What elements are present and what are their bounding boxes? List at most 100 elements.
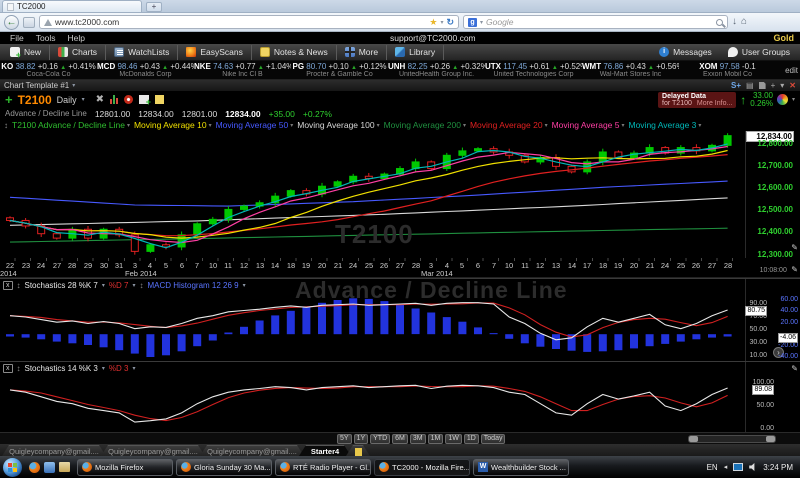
taskbar-window-tc2000-mozilla-fire[interactable]: TC2000 - Mozilla Fire... <box>374 459 470 476</box>
chevron-down-icon[interactable]: ▾ <box>792 96 795 103</box>
toolbar-charts[interactable]: Charts <box>50 45 106 60</box>
start-button[interactable] <box>3 458 22 477</box>
chevron-down-icon[interactable]: ▾ <box>82 96 85 103</box>
chart-template-label[interactable]: Chart Template #1 <box>4 81 69 90</box>
toolbar-more[interactable]: More <box>337 45 387 60</box>
chart-range-scrollbar[interactable] <box>688 435 776 443</box>
indicators-icon[interactable] <box>110 95 118 104</box>
network-icon[interactable] <box>733 463 743 471</box>
workspace-tab-quigleycompany-gmail[interactable]: Quigleycompany@gmail.... <box>200 445 304 456</box>
chevron-down-icon[interactable]: ▾ <box>102 282 105 289</box>
chevron-down-icon[interactable]: ▾ <box>377 122 380 129</box>
drag-handle-icon[interactable]: ↕ <box>17 364 21 373</box>
stochastics-panel-1[interactable]: Advance / Decline Line x ↕ Stochastics 2… <box>0 278 800 361</box>
close-icon[interactable]: ✕ <box>789 81 796 90</box>
globe-icon[interactable] <box>777 94 788 105</box>
chevron-down-icon[interactable]: ▾ <box>780 82 784 90</box>
downloads-icon[interactable]: ↓ <box>732 17 737 27</box>
add-chart-icon[interactable] <box>139 95 149 104</box>
legend-item-moving-average-200[interactable]: Moving Average 200▾ <box>384 120 466 130</box>
chevron-down-icon[interactable]: ▾ <box>545 122 548 129</box>
chevron-down-icon[interactable]: ▾ <box>102 365 105 372</box>
chevron-down-icon[interactable]: ▾ <box>72 82 75 89</box>
search-icon[interactable] <box>716 19 723 26</box>
date-axis[interactable]: 10:08:00 ✎ AL%F 222324272829303134567101… <box>0 258 800 278</box>
layout-icon[interactable]: ▤ <box>746 82 754 90</box>
toolbar-easyscans[interactable]: EasyScans <box>178 45 252 60</box>
range-handle-left[interactable] <box>689 436 698 442</box>
bookmark-folder-icon[interactable] <box>23 17 35 28</box>
delayed-data-badge[interactable]: Delayed Data for T2100More Info... <box>658 92 736 108</box>
toolbar-notes-news[interactable]: Notes & News <box>252 45 337 60</box>
chevron-down-icon[interactable]: ▾ <box>621 122 624 129</box>
chevron-down-icon[interactable]: ▾ <box>480 19 483 26</box>
clock[interactable]: 3:24 PM <box>763 463 793 472</box>
menu-file[interactable]: File <box>4 33 30 43</box>
toolbar-new[interactable]: New <box>2 45 50 60</box>
drag-handle-icon[interactable]: ↕ <box>4 121 8 130</box>
browser-tab[interactable]: TC2000 <box>2 0 142 12</box>
chevron-down-icon[interactable]: ▾ <box>209 122 212 129</box>
chevron-down-icon[interactable]: ▾ <box>290 122 293 129</box>
stochastics-chart-1[interactable] <box>0 292 745 361</box>
zoom-preset-today[interactable]: Today <box>481 434 506 444</box>
symbol-name[interactable]: T2100 <box>18 93 52 107</box>
snapshot-button[interactable]: S+ <box>731 81 741 90</box>
more-info-link[interactable]: More Info... <box>697 100 732 107</box>
bookmark-star-icon[interactable]: ★ <box>429 18 437 27</box>
main-chart-panel[interactable]: T2100 12,834.00 12,800.0012,700.0012,600… <box>0 131 800 258</box>
zoom-preset-1d[interactable]: 1D <box>464 434 479 444</box>
ticker-item[interactable]: XOM 97.58 -0.1 Exxon Mobil Co <box>679 61 776 79</box>
speaker-icon[interactable] <box>749 463 757 471</box>
legend-item-moving-average-5[interactable]: Moving Average 5▾ <box>552 120 625 130</box>
edit-pencil-icon[interactable]: ✎ <box>791 243 798 252</box>
drag-handle-icon[interactable]: ↕ <box>17 281 21 290</box>
home-icon[interactable]: ⌂ <box>741 17 747 27</box>
ticker-item[interactable]: NKE 74.63 +0.77 ▲ +1.04%Nike Inc Cl B <box>194 61 291 79</box>
add-panel-icon[interactable]: + <box>771 82 776 90</box>
chevron-down-icon[interactable]: ▾ <box>440 19 443 26</box>
ticker-edit-link[interactable]: edit <box>785 66 798 75</box>
toolbar-library[interactable]: Library <box>387 45 444 60</box>
zoom-preset-3m[interactable]: 3M <box>410 434 426 444</box>
ticker-item[interactable]: WMT 76.86 +0.43 ▲ +0.56%Wal-Mart Stores … <box>582 61 679 79</box>
language-indicator[interactable]: EN <box>707 463 718 472</box>
note-icon[interactable] <box>155 95 164 104</box>
search-bar[interactable]: g ▾ Google <box>463 15 728 29</box>
new-workspace-tab-button[interactable] <box>346 445 370 456</box>
drag-handle-icon[interactable]: ↕ <box>139 281 143 290</box>
indicator-d-label[interactable]: %D 3 <box>109 364 129 373</box>
toolbar-user-groups[interactable]: User Groups <box>720 45 798 60</box>
toolbar-watchlists[interactable]: WatchLists <box>106 45 178 60</box>
indicator-d-label[interactable]: %D 7 <box>109 281 129 290</box>
reload-icon[interactable]: ↻ <box>446 18 454 27</box>
workspace-tab-starter4[interactable]: Starter4 <box>299 445 351 456</box>
legend-item-moving-average-10[interactable]: Moving Average 10▾ <box>134 120 212 130</box>
close-panel-button[interactable]: x <box>3 364 13 373</box>
back-button[interactable]: ← <box>4 15 19 30</box>
mail-quicklaunch-icon[interactable] <box>44 462 55 473</box>
google-icon[interactable]: g <box>468 18 477 27</box>
zoom-preset-1y[interactable]: 1Y <box>354 434 369 444</box>
zoom-preset-6m[interactable]: 6M <box>392 434 408 444</box>
zoom-preset-1w[interactable]: 1W <box>445 434 462 444</box>
record-icon[interactable] <box>124 95 133 104</box>
menu-tools[interactable]: Tools <box>30 33 62 43</box>
legend-item-moving-average-50[interactable]: Moving Average 50▾ <box>216 120 294 130</box>
tools-icon[interactable]: ✖ <box>96 95 104 105</box>
zoom-preset-ytd[interactable]: YTD <box>370 434 390 444</box>
zoom-preset-1m[interactable]: 1M <box>428 434 444 444</box>
legend-item-moving-average-100[interactable]: Moving Average 100▾ <box>297 120 379 130</box>
workspace-tab-quigleycompany-gmail[interactable]: Quigleycompany@gmail.... <box>101 445 205 456</box>
chevron-down-icon[interactable]: ▾ <box>243 282 246 289</box>
url-bar[interactable]: www.tc2000.com ★ ▾ ↻ <box>39 15 459 29</box>
firefox-quicklaunch-icon[interactable] <box>29 462 40 473</box>
legend-item-moving-average-3[interactable]: Moving Average 3▾ <box>629 120 702 130</box>
range-handle-right[interactable] <box>766 436 775 442</box>
taskbar-window-wealthbuilder-stock[interactable]: WWealthbuilder Stock ... <box>473 459 569 476</box>
chevron-down-icon[interactable]: ▾ <box>132 365 135 372</box>
stochastics-panel-2[interactable]: x ↕ Stochastics 14 %K 3 ▾ %D 3 ▾ ✎ 100.0… <box>0 361 800 432</box>
edit-pencil-icon[interactable]: ✎ <box>791 265 798 274</box>
chevron-down-icon[interactable]: ▾ <box>698 122 701 129</box>
taskbar-window-gloria-sunday-30-ma[interactable]: Gloria Sunday 30 Ma... <box>176 459 272 476</box>
